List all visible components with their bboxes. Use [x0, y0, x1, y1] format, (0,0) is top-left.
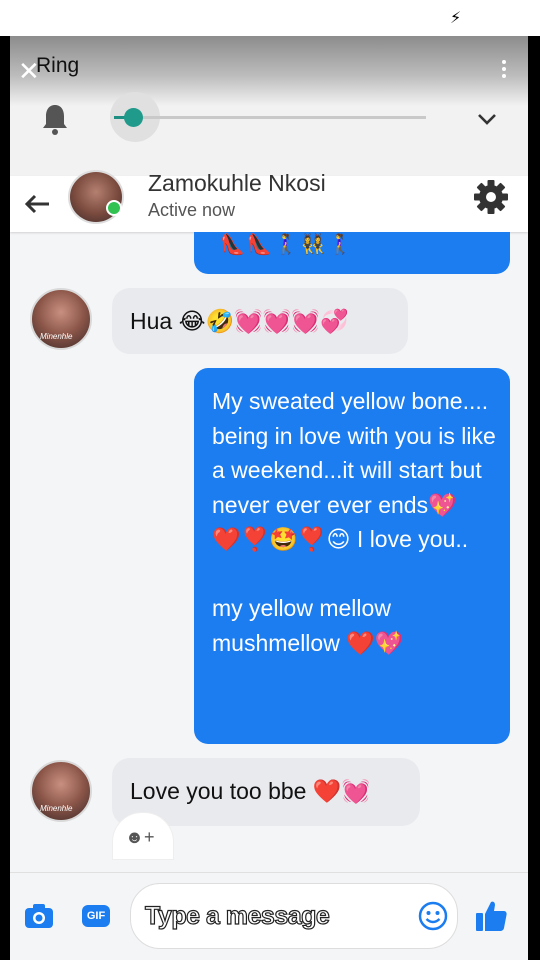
message-text: Hua 😂🤣💓💓💓💞: [130, 308, 349, 334]
volume-slider-knob[interactable]: [124, 108, 143, 127]
avatar-tag: Minenhle: [40, 332, 73, 341]
active-status: Active now: [148, 200, 236, 220]
volume-track[interactable]: [136, 116, 426, 119]
message-text: Love you too bbe ❤️💓: [130, 778, 371, 804]
avatar[interactable]: Minenhle: [30, 760, 92, 822]
composer: GIF Type a message: [10, 872, 528, 960]
gif-button[interactable]: GIF: [82, 905, 110, 927]
back-arrow-icon[interactable]: [24, 194, 50, 214]
camera-icon[interactable]: [24, 903, 54, 929]
chat-header: Zamokuhle Nkosi Active now: [10, 170, 528, 232]
gear-icon[interactable]: [472, 178, 510, 216]
charging-icon: ⚡: [450, 10, 462, 27]
smiley-icon[interactable]: [418, 901, 448, 931]
avatar[interactable]: Minenhle: [30, 288, 92, 350]
app-frame: ✕ Ring Zamokuhle Nkosi Active now: [10, 36, 528, 960]
online-indicator: [106, 200, 122, 216]
react-icon: ☻+: [125, 827, 155, 847]
ring-title: Ring: [36, 54, 80, 77]
contact-name[interactable]: Zamokuhle Nkosi: [148, 170, 326, 197]
message-input-placeholder: Type a message: [144, 901, 330, 930]
chevron-down-icon[interactable]: [476, 108, 498, 130]
message-bubble-received[interactable]: Hua 😂🤣💓💓💓💞: [112, 288, 408, 354]
contact-avatar[interactable]: [68, 170, 124, 224]
ring-overlay: ✕ Ring: [10, 36, 528, 176]
more-icon[interactable]: [500, 60, 508, 82]
avatar-tag: Minenhle: [40, 804, 73, 813]
message-input[interactable]: Type a message: [130, 883, 458, 949]
bell-icon[interactable]: [40, 102, 70, 136]
status-bar: ⚡: [0, 0, 540, 36]
message-text: My sweated yellow bone.... being in love…: [212, 388, 496, 656]
message-bubble-sent[interactable]: 👠👠🚶‍♀️👯‍♀️🚶‍♀️: [194, 232, 510, 274]
message-text: 👠👠🚶‍♀️👯‍♀️🚶‍♀️: [220, 234, 355, 256]
thumbs-up-icon[interactable]: [474, 899, 508, 933]
message-bubble-sent[interactable]: My sweated yellow bone.... being in love…: [194, 368, 510, 744]
